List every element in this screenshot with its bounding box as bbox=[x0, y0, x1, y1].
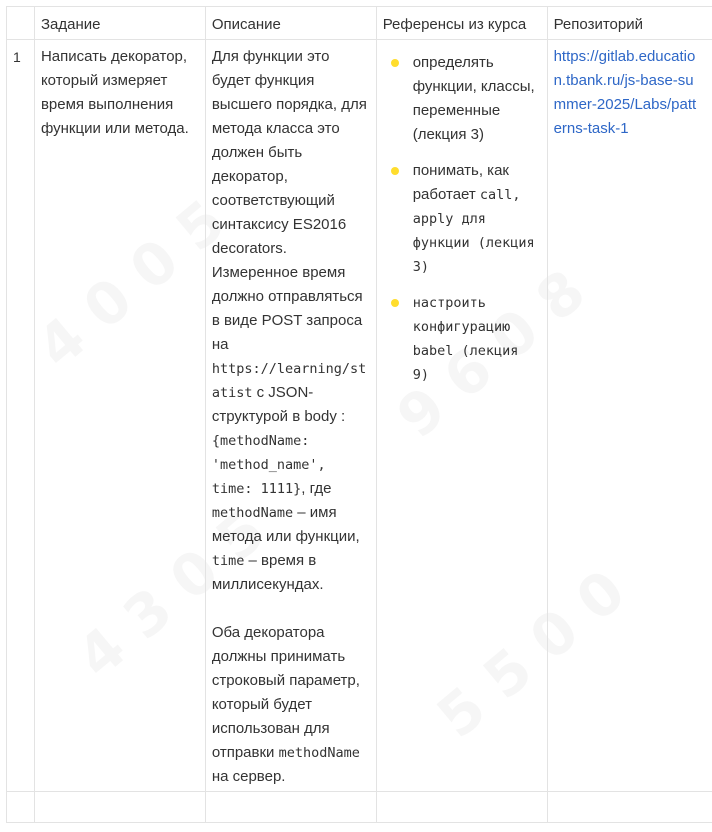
references-list: определять функции, классы, переменные (… bbox=[383, 51, 541, 387]
method-name-code: methodName bbox=[278, 745, 360, 761]
repository-link[interactable]: https://gitlab.education.tbank.ru/js-bas… bbox=[554, 45, 704, 141]
empty-cell bbox=[33, 791, 206, 823]
header-description: Описание bbox=[204, 6, 377, 40]
header-task: Задание bbox=[33, 6, 206, 40]
reference-item: настроить конфигурацию babel (лекция 9) bbox=[383, 291, 541, 387]
repository-cell: https://gitlab.education.tbank.ru/js-bas… bbox=[546, 39, 712, 792]
table-row-empty bbox=[6, 791, 712, 823]
bullet-icon bbox=[390, 59, 399, 67]
table-row: 1 Написать декоратор, который измеряет в… bbox=[6, 39, 712, 792]
tasks-table: Задание Описание Референсы из курса Репо… bbox=[6, 6, 712, 823]
reference-item: определять функции, классы, переменные (… bbox=[383, 51, 541, 147]
description-text: Оба декоратора должны принимать строковы… bbox=[211, 624, 360, 761]
empty-cell bbox=[375, 791, 548, 823]
reference-code: настроить конфигурацию babel (лекция 9) bbox=[412, 295, 519, 383]
description-cell: Для функции это будет функция высшего по… bbox=[204, 39, 377, 792]
row-number: 1 bbox=[6, 39, 35, 792]
references-cell: определять функции, классы, переменные (… bbox=[375, 39, 548, 792]
task-cell: Написать декоратор, который измеряет вре… bbox=[33, 39, 206, 792]
header-repository: Репозиторий bbox=[546, 6, 712, 40]
reference-item: понимать, как работает call, apply для ф… bbox=[383, 159, 541, 279]
description-text: , где bbox=[301, 480, 332, 497]
description-text: Для функции это будет функция высшего по… bbox=[211, 48, 367, 353]
bullet-icon bbox=[390, 299, 399, 307]
header-number bbox=[6, 6, 35, 40]
empty-cell bbox=[546, 791, 712, 823]
header-references: Референсы из курса bbox=[375, 6, 548, 40]
empty-cell bbox=[204, 791, 377, 823]
empty-cell bbox=[6, 791, 35, 823]
table-header-row: Задание Описание Референсы из курса Репо… bbox=[6, 6, 712, 40]
time-code: time bbox=[211, 553, 245, 569]
bullet-icon bbox=[390, 167, 399, 175]
reference-text: определять функции, классы, переменные (… bbox=[412, 54, 535, 143]
method-name-code: methodName bbox=[211, 505, 294, 521]
description-text: на сервер. bbox=[211, 768, 286, 785]
